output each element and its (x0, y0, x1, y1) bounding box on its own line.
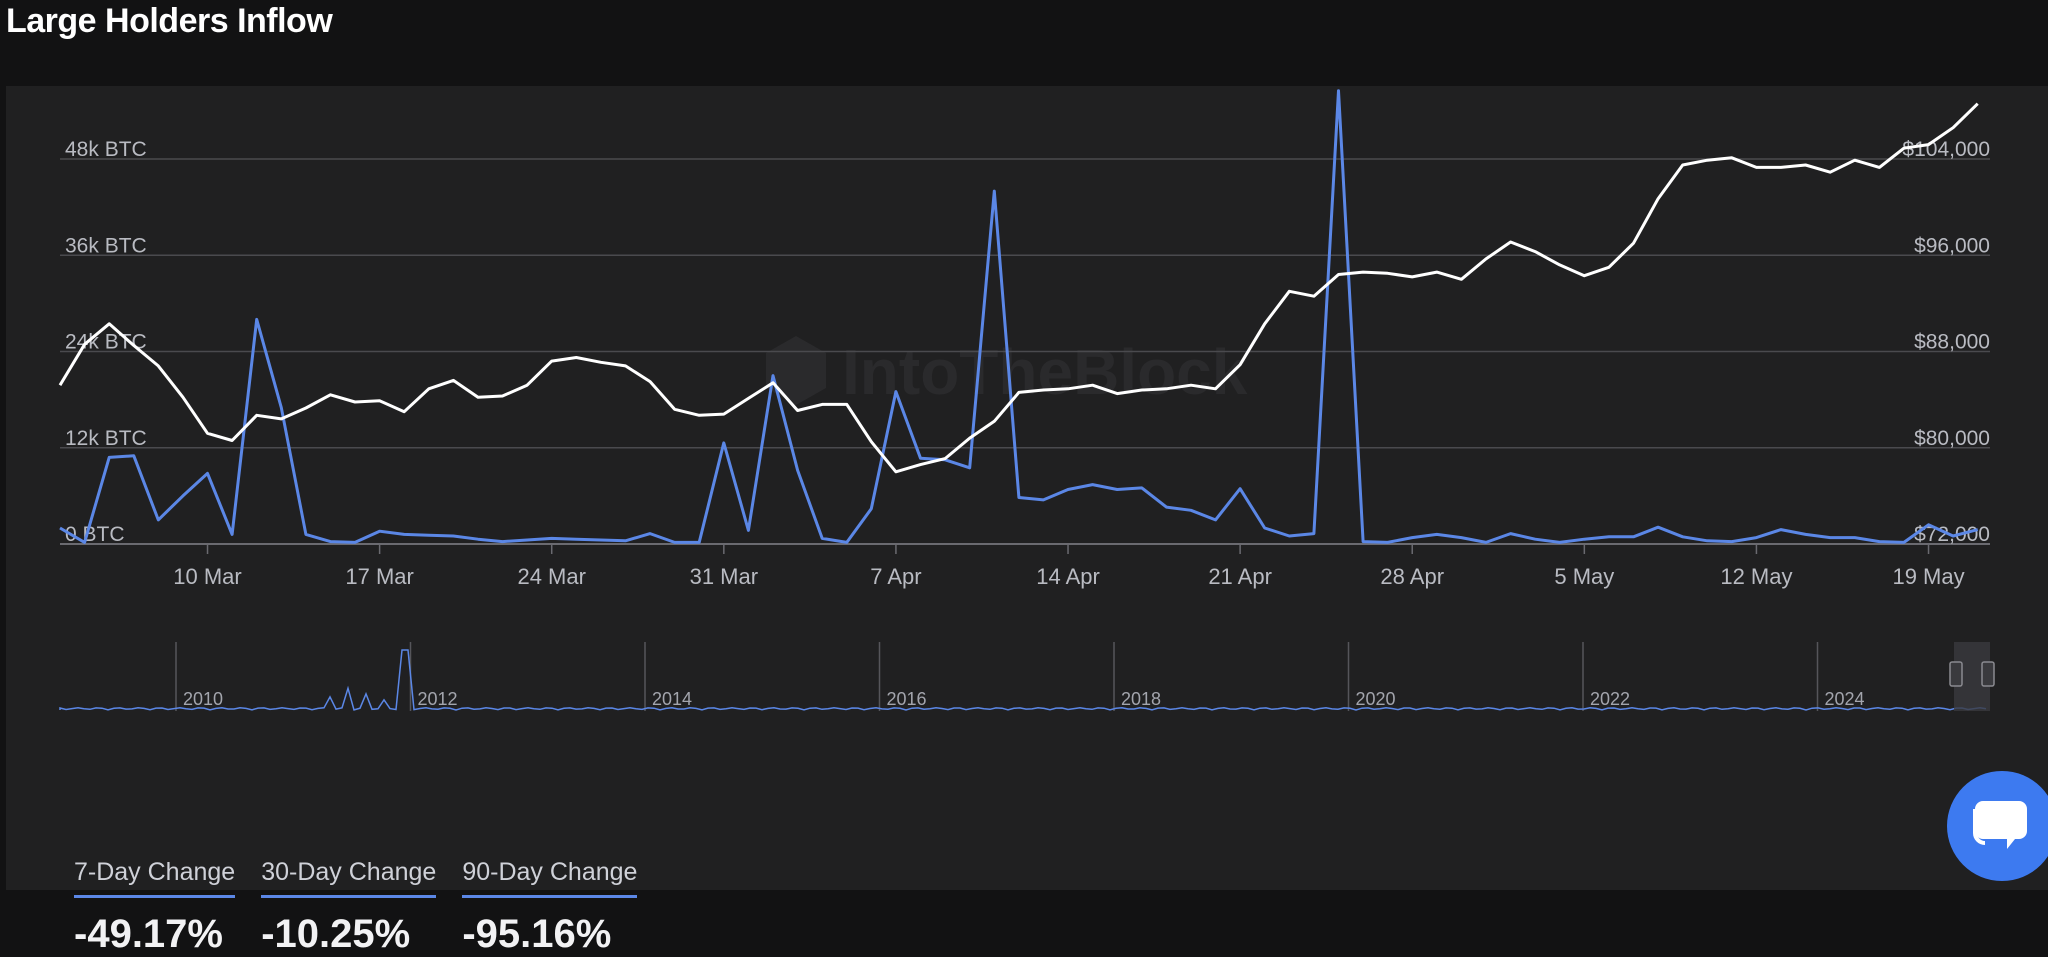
y-left-tick-label: 48k BTC (65, 138, 147, 161)
gridlines (60, 158, 1990, 545)
navigator-tick-label: 2014 (652, 689, 692, 709)
navigator-handle-right-icon[interactable] (1981, 661, 1995, 687)
x-tick-label: 7 Apr (870, 564, 921, 589)
stat-2[interactable]: 30-Day Change -10.25% (261, 856, 437, 957)
chart[interactable]: IntoTheBlock 0 BTC12k BTC24k BTC36k BTC4… (6, 86, 2048, 766)
x-tick-label: 21 Apr (1208, 564, 1272, 589)
stat-label: 30-Day Change (261, 856, 437, 898)
y-axis-right: $72,000$80,000$88,000$96,000$104,000 (1902, 138, 1990, 546)
x-tick-label: 28 Apr (1380, 564, 1444, 589)
stat-1[interactable]: 7-Day Change -49.17% (74, 856, 236, 957)
x-tick-label: 17 Mar (345, 564, 413, 589)
y-left-tick-label: 24k BTC (65, 331, 147, 354)
chat-icon (1973, 801, 2027, 849)
x-tick-label: 12 May (1720, 564, 1792, 589)
stat-value: -10.25% (261, 912, 411, 956)
x-tick-label: 24 Mar (517, 564, 585, 589)
y-right-tick-label: $104,000 (1902, 138, 1990, 161)
stat-value: -49.17% (74, 912, 223, 956)
stat-label: 90-Day Change (462, 856, 638, 898)
y-axis-left: 0 BTC12k BTC24k BTC36k BTC48k BTC (65, 138, 147, 546)
navigator-tick-label: 2018 (1121, 689, 1161, 709)
chart-panel: IntoTheBlock 0 BTC 12k BTC 24k BTC 36k BTC 4… (6, 86, 2048, 956)
page-title: Large Holders Inflow (6, 2, 333, 40)
stat-value: -95.16% (462, 912, 612, 956)
range-navigator[interactable]: 2010 2012 2014 2016 2018 2020 2022 2024 (59, 642, 1995, 711)
x-tick-label: 10 Mar (173, 564, 241, 589)
x-axis: 10 Mar 17 Mar 24 Mar 31 Mar 7 Apr 14 Apr 21 Ap… (173, 544, 1965, 589)
navigator-handle-left-icon[interactable] (1949, 661, 1963, 687)
x-tick-label: 31 Mar (690, 564, 758, 589)
stat-3[interactable]: 90-Day Change -95.16% (462, 856, 638, 957)
navigator-tick-label: 2012 (418, 689, 458, 709)
navigator-tick-label: 2010 (183, 689, 223, 709)
navigator-tick-label: 2024 (1825, 689, 1865, 709)
y-right-tick-label: $96,000 (1914, 234, 1990, 257)
navigator-background (60, 642, 1990, 711)
x-tick-label: 5 May (1554, 564, 1614, 589)
navigator-tick-label: 2016 (887, 689, 927, 709)
y-right-tick-label: $80,000 (1914, 427, 1990, 450)
stat-label: 7-Day Change (74, 856, 236, 898)
x-tick-label: 14 Apr (1036, 564, 1100, 589)
watermark-text: IntoTheBlock (842, 336, 1248, 408)
x-tick-label: 19 May (1892, 564, 1964, 589)
y-right-tick-label: $88,000 (1914, 331, 1990, 354)
y-left-tick-label: 36k BTC (65, 234, 147, 257)
y-left-tick-label: 12k BTC (65, 427, 147, 450)
navigator-tick-label: 2022 (1590, 689, 1630, 709)
chat-button[interactable] (1947, 771, 2048, 881)
change-stats: 7-Day Change -49.17% 30-Day Change -10.25% 9… (74, 856, 638, 957)
navigator-tick-label: 2020 (1356, 689, 1396, 709)
watermark-logo-icon (766, 336, 826, 405)
